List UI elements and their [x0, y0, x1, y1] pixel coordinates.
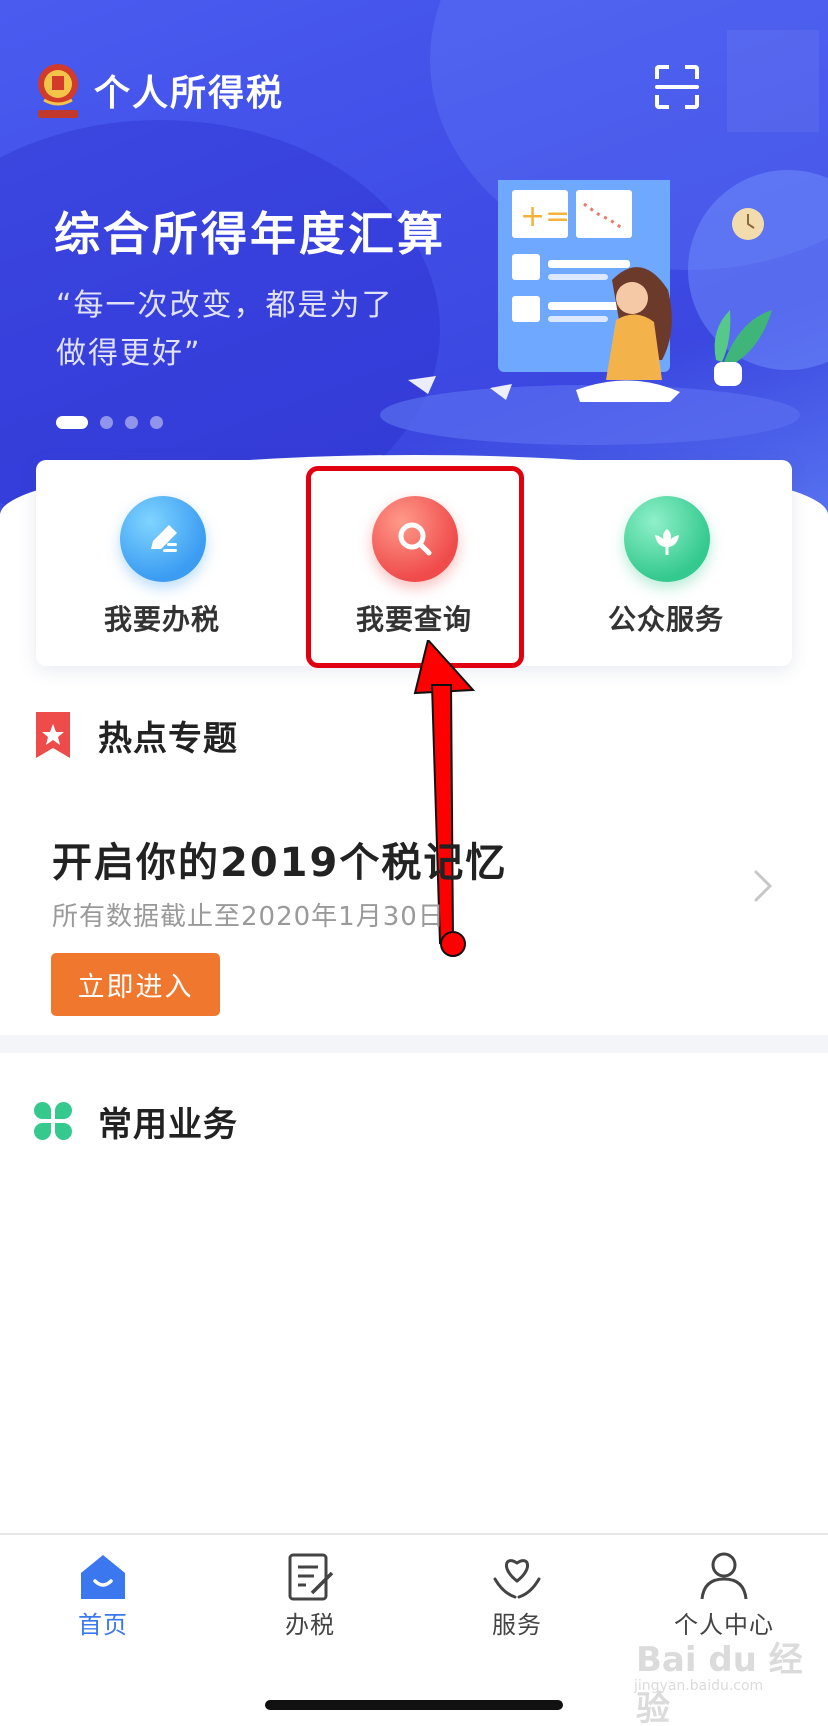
- tab-label: 办税: [285, 1611, 335, 1639]
- section-divider: [0, 1035, 828, 1053]
- carousel-dot-active[interactable]: [56, 416, 88, 429]
- svg-text:+=: +=: [520, 199, 570, 234]
- bookmark-star-icon: [36, 712, 70, 758]
- common-services-header: 常用业务: [34, 1096, 238, 1146]
- action-query[interactable]: 我要查询: [288, 460, 540, 666]
- action-label: 我要查询: [355, 603, 472, 636]
- topic-title: 开启你的2019个税记忆: [52, 840, 508, 886]
- action-public-service[interactable]: 公众服务: [540, 460, 792, 666]
- hot-topic-card[interactable]: 开启你的2019个税记忆 所有数据截止至2020年1月30日 立即进入: [0, 800, 828, 1030]
- scan-icon-corner: [685, 65, 699, 79]
- home-indicator[interactable]: [265, 1700, 563, 1710]
- scan-icon-corner: [655, 95, 669, 109]
- topic-subtitle: 所有数据截止至2020年1月30日: [52, 902, 445, 932]
- carousel-dot[interactable]: [125, 416, 138, 429]
- enter-now-button[interactable]: 立即进入: [51, 953, 220, 1016]
- hot-topics-title: 热点专题: [98, 718, 238, 759]
- home-icon: [81, 1555, 125, 1599]
- action-label: 我要办税: [103, 603, 220, 636]
- baidu-watermark: Bai du 经验 jingyan.baidu.com: [630, 1620, 810, 1726]
- clover-icon: [34, 1102, 72, 1140]
- banner-quote: “每一次改变，都是为了做得更好”: [56, 288, 394, 371]
- tab-services[interactable]: 服务: [457, 1549, 577, 1639]
- watermark-url: jingyan.baidu.com: [634, 1678, 764, 1694]
- person-icon: [700, 1552, 748, 1600]
- hot-topics-header: 热点专题: [34, 710, 238, 760]
- banner-illustration: +=: [408, 180, 772, 402]
- tab-home[interactable]: 首页: [43, 1549, 163, 1639]
- document-edit-icon: [288, 1553, 334, 1601]
- quick-actions-card: 我要办税 我要查询 公众服务: [36, 460, 792, 666]
- carousel-dot[interactable]: [100, 416, 113, 429]
- blank-corner: [727, 30, 819, 132]
- pencil-icon: [120, 496, 206, 582]
- scan-button[interactable]: [652, 62, 702, 112]
- tax-emblem-logo: [38, 64, 78, 118]
- flower-icon: [624, 496, 710, 582]
- common-services-title: 常用业务: [98, 1104, 238, 1145]
- tab-label: 服务: [492, 1611, 542, 1639]
- carousel-indicator[interactable]: [56, 416, 163, 429]
- carousel-dot[interactable]: [150, 416, 163, 429]
- action-label: 公众服务: [607, 603, 724, 636]
- scan-icon-corner: [685, 95, 699, 109]
- action-tax-filing[interactable]: 我要办税: [36, 460, 288, 666]
- chevron-right-icon[interactable]: [752, 866, 776, 906]
- heart-hands-icon: [493, 1559, 541, 1599]
- scan-icon-line: [655, 85, 699, 89]
- tab-label: 首页: [78, 1611, 128, 1639]
- magnifier-icon: [372, 496, 458, 582]
- app-title: 个人所得税: [94, 73, 285, 114]
- scan-icon: [655, 65, 669, 79]
- tab-tax[interactable]: 办税: [250, 1549, 370, 1639]
